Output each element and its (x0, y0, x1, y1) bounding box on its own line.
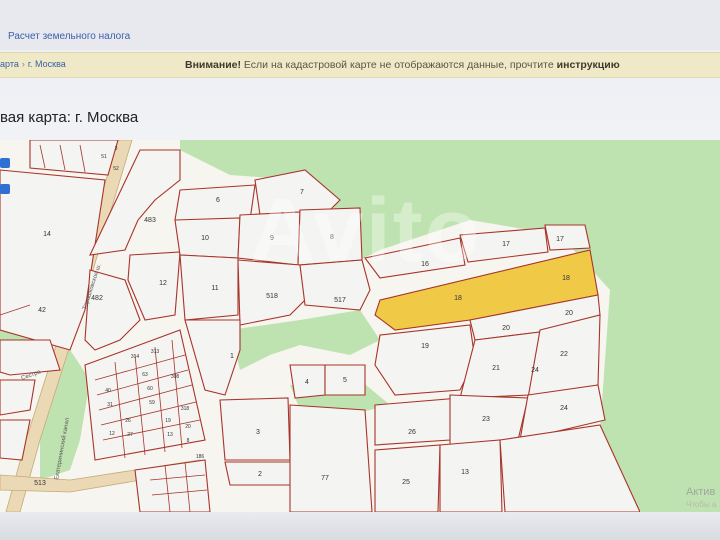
plot-label: 3 (256, 429, 260, 436)
plot-label: 19 (165, 418, 171, 424)
page-title: вая карта: г. Москва (0, 109, 139, 126)
land-plot[interactable] (374, 397, 461, 446)
notice-body: Если на кадастровой карте не отображаютс… (240, 59, 557, 71)
watermark: Avito (250, 181, 482, 281)
land-tax-link[interactable]: Расчет земельного налога (8, 31, 130, 42)
plot-label: 12 (159, 280, 167, 287)
plot-label: 77 (321, 475, 329, 482)
plot-label: 26 (125, 418, 131, 424)
screen-bezel (0, 512, 720, 540)
plot-label: 318 (181, 406, 190, 412)
plot-label: 60 (147, 386, 153, 392)
windows-activation-subtitle: Чтобы а (686, 500, 717, 509)
plot-label: 24 (560, 405, 568, 412)
land-plot[interactable] (289, 404, 373, 512)
plot-label: 308 (171, 374, 180, 380)
plot-label: 59 (149, 400, 155, 406)
plot-label: 13 (167, 432, 173, 438)
plot-label: 186 (196, 454, 205, 460)
plot-label: 4 (305, 379, 309, 386)
land-plot[interactable] (0, 339, 61, 376)
plot-label: 25 (402, 479, 410, 486)
windows-activation-title: Актив (686, 486, 716, 498)
plot-label: 40 (105, 388, 111, 394)
plot-label: 313 (151, 349, 160, 355)
instruction-link[interactable]: инструкцию (557, 59, 620, 71)
plot-label: 6 (216, 197, 220, 204)
plot-label: 23 (482, 416, 490, 423)
land-plot[interactable] (219, 397, 291, 461)
screen: Расчет земельного налога арта › г. Москва … (0, 0, 720, 540)
plot-label: 31 (107, 402, 113, 408)
plot-label: 12 (109, 431, 115, 437)
plot-label: 483 (144, 217, 156, 224)
map-zoom-control[interactable] (0, 158, 10, 168)
plot-label: 52 (113, 166, 119, 172)
plot-label: 51 (101, 154, 107, 160)
plot-label: 19 (421, 343, 429, 350)
plot-label: 518 (266, 293, 278, 300)
plot-label: 42 (38, 307, 46, 314)
plot-label: 26 (408, 429, 416, 436)
plot-label: 314 (131, 354, 140, 360)
breadcrumb-city[interactable]: г. Москва (28, 59, 66, 69)
plot-label: 20 (502, 325, 510, 332)
plot-label: 8 (187, 438, 190, 444)
land-plot[interactable] (179, 254, 239, 321)
breadcrumb-separator: › (21, 59, 25, 69)
plot-label: 17 (502, 241, 510, 248)
land-plot-block[interactable] (134, 459, 211, 512)
notice-prefix: Внимание! (185, 59, 241, 71)
plot-label: 20 (185, 424, 191, 430)
plot-label: 21 (492, 365, 500, 372)
plot-label: 17 (556, 236, 564, 243)
breadcrumb-map[interactable]: арта (0, 59, 19, 69)
plot-label: 2 (258, 471, 262, 478)
land-plot[interactable] (374, 324, 476, 396)
plot-label: 11 (211, 285, 218, 292)
map-layer-control[interactable] (0, 184, 10, 194)
notice-banner: арта › г. Москва Внимание! Если на кадастр… (0, 52, 720, 78)
plot-label: 1 (230, 353, 234, 360)
top-bar: Расчет земельного налога (0, 0, 720, 50)
plot-label: 482 (91, 295, 103, 302)
land-plot[interactable] (544, 224, 591, 251)
land-plot[interactable] (0, 379, 36, 416)
plot-label: 20 (565, 310, 573, 317)
plot-label: 13 (461, 469, 469, 476)
plot-label: 14 (43, 231, 51, 238)
plot-label: 10 (201, 235, 209, 242)
plot-label: 63 (142, 372, 148, 378)
notice-text: Внимание! Если на кадастровой карте не о… (185, 59, 620, 71)
plot-label: 5 (343, 377, 347, 384)
plot-label: 517 (334, 297, 346, 304)
plot-label: 18 (454, 295, 462, 302)
plot-label: 3 (115, 146, 118, 152)
plot-label: 22 (560, 351, 568, 358)
plot-label: 18 (562, 275, 570, 282)
plot-label: 513 (34, 480, 46, 487)
breadcrumb: арта › г. Москва (0, 59, 66, 75)
plot-label: 24 (531, 367, 539, 374)
plot-label: 27 (127, 432, 133, 438)
land-plot[interactable] (439, 439, 503, 512)
